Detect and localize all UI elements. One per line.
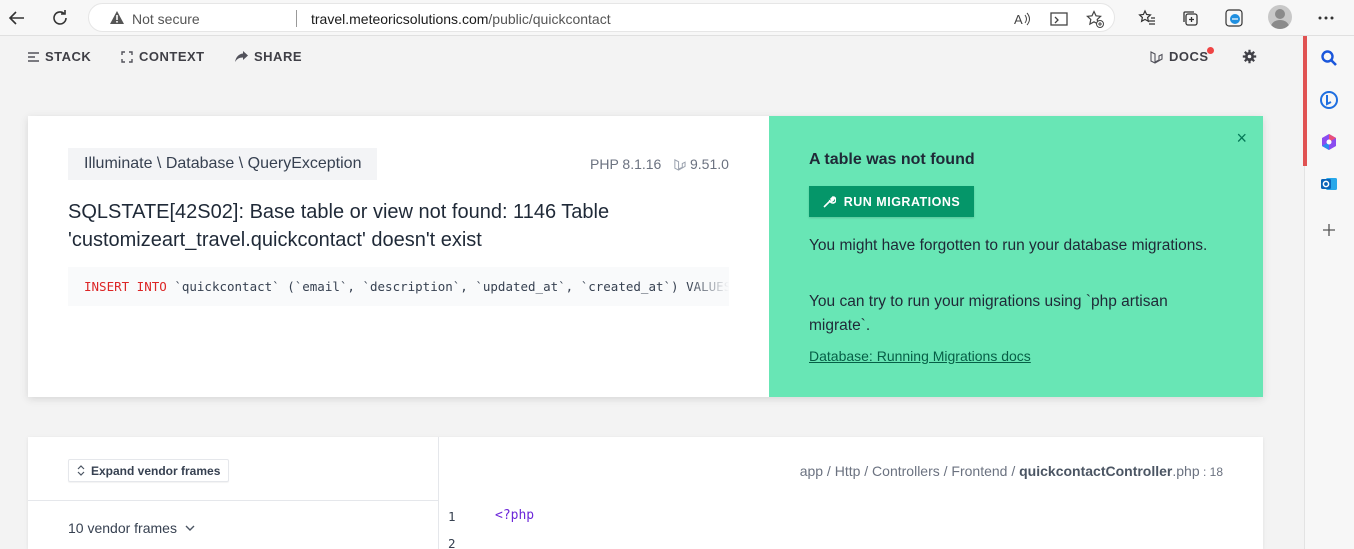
edge-icon[interactable] — [1222, 6, 1246, 30]
stack-card: Expand vendor frames 10 vendor frames ap… — [28, 437, 1263, 549]
laravel-version-label: 9.51.0 — [690, 156, 729, 172]
sql-query: INSERT INTO `quickcontact` (`email`, `de… — [68, 267, 729, 306]
nav-docs-label: DOCS — [1169, 49, 1209, 64]
read-aloud-icon[interactable]: A — [1011, 8, 1033, 30]
solution-text-1: You might have forgotten to run your dat… — [809, 237, 1208, 254]
stack-frames-panel: Expand vendor frames 10 vendor frames — [28, 437, 439, 549]
stack-icon — [28, 51, 39, 62]
settings-button[interactable] — [1242, 49, 1257, 64]
favorites-icon[interactable] — [1135, 6, 1159, 30]
scrollbar-indicator — [1303, 36, 1307, 166]
outlook-icon[interactable] — [1316, 171, 1342, 197]
divider — [28, 500, 439, 501]
migrations-docs-link[interactable]: Database: Running Migrations docs — [809, 348, 1031, 364]
url-text[interactable]: travel.meteoricsolutions.com/public/quic… — [311, 11, 611, 27]
office-icon[interactable] — [1316, 129, 1342, 155]
expand-vendor-frames-label: Expand vendor frames — [91, 463, 221, 478]
solution-text-2: You can try to run your migrations using… — [809, 293, 1168, 334]
run-migrations-label: RUN MIGRATIONS — [843, 194, 961, 209]
back-button[interactable] — [4, 5, 30, 31]
reload-button[interactable] — [47, 5, 73, 31]
profile-avatar[interactable] — [1268, 5, 1292, 29]
warning-icon[interactable] — [109, 10, 125, 30]
nav-stack[interactable]: STACK — [28, 49, 91, 64]
exception-class: Illuminate \ Database \ QueryException — [68, 148, 378, 180]
line-number: 2 — [448, 536, 456, 549]
sql-keyword: INSERT INTO — [84, 279, 167, 294]
sql-fade — [689, 267, 729, 306]
share-icon — [235, 51, 248, 62]
collections-icon[interactable] — [1178, 6, 1202, 30]
ignition-navbar: STACK CONTEXT SHARE DOCS — [0, 36, 1303, 78]
line-number: 1 — [448, 509, 456, 524]
context-icon — [121, 50, 133, 63]
back-arrow-icon — [8, 11, 24, 25]
error-message: SQLSTATE[42S02]: Base table or view not … — [68, 201, 610, 251]
nav-docs[interactable]: DOCS — [1149, 49, 1209, 64]
docs-notification-dot — [1207, 47, 1214, 54]
laravel-version: 9.51.0 — [673, 156, 729, 172]
laravel-icon — [1150, 50, 1163, 64]
favorite-add-icon[interactable] — [1084, 8, 1106, 30]
chevron-updown-icon — [77, 465, 85, 476]
code-line: <?php — [495, 508, 535, 523]
search-icon[interactable] — [1316, 45, 1342, 71]
nav-stack-label: STACK — [45, 49, 92, 64]
nav-share-label: SHARE — [254, 49, 303, 64]
chevron-down-icon — [185, 525, 195, 531]
run-migrations-button[interactable]: RUN MIGRATIONS — [809, 186, 974, 217]
nav-share[interactable]: SHARE — [235, 49, 302, 64]
svg-text:A: A — [1014, 12, 1023, 27]
php-version: PHP 8.1.16 — [590, 156, 662, 172]
address-separator — [296, 10, 297, 27]
wrench-icon — [823, 196, 836, 208]
reload-icon — [53, 10, 67, 25]
bing-icon[interactable] — [1316, 87, 1342, 113]
vendor-frames-toggle[interactable]: 10 vendor frames — [68, 520, 195, 536]
file-path[interactable]: app / Http / Controllers / Frontend / qu… — [800, 463, 1223, 479]
laravel-icon — [674, 158, 686, 171]
add-icon[interactable] — [1316, 217, 1342, 243]
vendor-frames-label: 10 vendor frames — [68, 520, 177, 536]
nav-context-label: CONTEXT — [139, 49, 205, 64]
more-menu-icon[interactable] — [1314, 6, 1338, 30]
error-card: Illuminate \ Database \ QueryException P… — [28, 116, 1263, 397]
expand-vendor-frames-button[interactable]: Expand vendor frames — [68, 459, 230, 482]
solution-title: A table was not found — [809, 151, 975, 168]
app-available-icon[interactable] — [1048, 8, 1070, 30]
gear-icon — [1242, 49, 1257, 64]
sql-rest: `quickcontact` (`email`, `description`, … — [166, 279, 729, 294]
not-secure-label[interactable]: Not secure — [132, 11, 200, 27]
browser-toolbar: Not secure travel.meteoricsolutions.com/… — [0, 0, 1354, 36]
close-icon[interactable]: × — [1236, 128, 1247, 149]
solution-panel: × A table was not found RUN MIGRATIONS Y… — [769, 116, 1263, 397]
address-bar[interactable]: Not secure travel.meteoricsolutions.com/… — [88, 3, 1115, 32]
nav-context[interactable]: CONTEXT — [121, 49, 205, 64]
